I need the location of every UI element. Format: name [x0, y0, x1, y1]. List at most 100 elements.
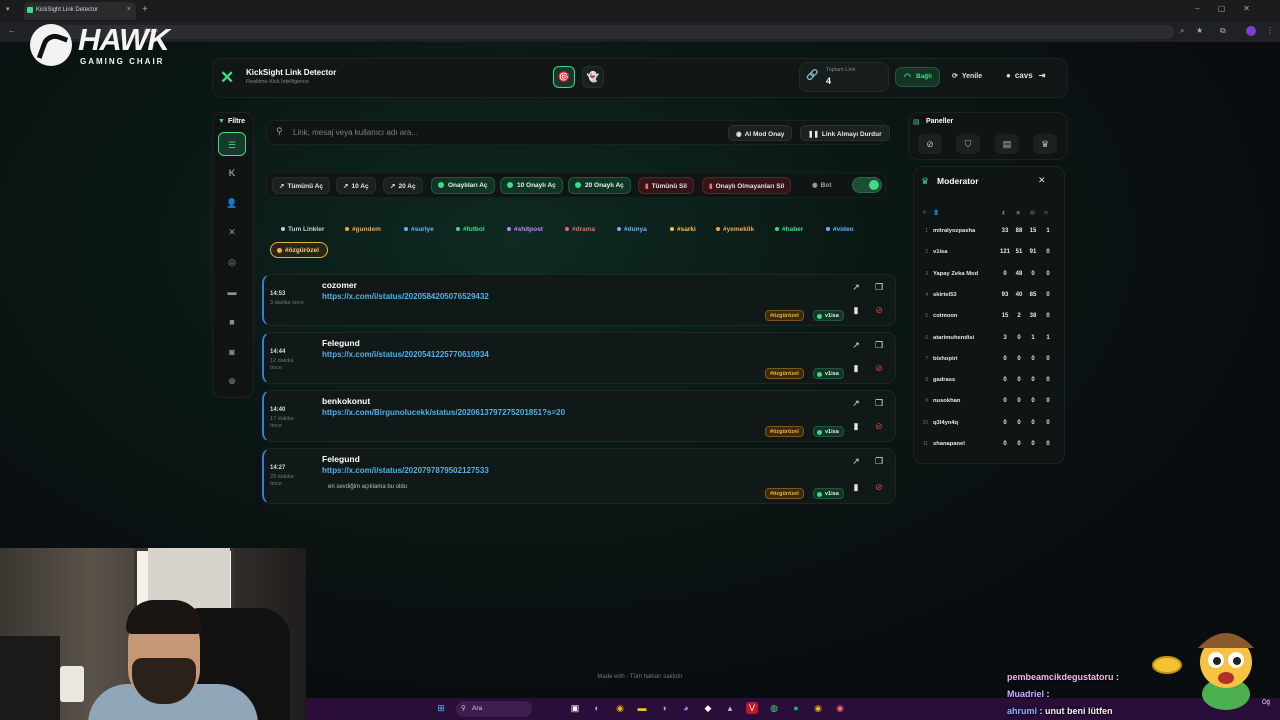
tab-close-icon[interactable]: × [127, 6, 131, 13]
filter-youtube-icon[interactable]: ▬ [218, 280, 246, 304]
profile-avatar[interactable] [1246, 26, 1256, 36]
delete-icon[interactable]: ▮ [850, 305, 862, 316]
mod-rank: 1 [925, 228, 928, 234]
spotify-icon[interactable]: ● [790, 702, 802, 714]
address-bar[interactable]: /cavs [54, 25, 1174, 39]
tag-chip[interactable]: #shitpost [502, 223, 548, 236]
open-external-icon[interactable]: ↗ [850, 282, 862, 293]
filter-globe-icon[interactable]: ⊕ [218, 369, 246, 393]
mod-name: atarimuhendisi [933, 334, 975, 341]
card-url-link[interactable]: https://x.com/i/status/20205842050765294… [322, 292, 489, 301]
shield-panel-icon[interactable]: ⛉ [956, 134, 980, 154]
open-20-approved-button[interactable]: 20 Onaylı Aç [568, 177, 631, 194]
close-icon[interactable]: ✕ [1038, 175, 1046, 186]
app-icon-1[interactable]: ◑ [658, 702, 670, 714]
connection-badge[interactable]: ◠ Bağlı [895, 67, 940, 87]
check-icon [507, 182, 513, 188]
tag-chip[interactable]: #sarki [665, 223, 701, 236]
ban-icon[interactable]: ⊘ [873, 363, 885, 374]
open-20-button[interactable]: ↗ 20 Aç [383, 177, 423, 194]
window-controls[interactable]: –▢✕ [1195, 4, 1268, 13]
ai-mod-approval-button[interactable]: ◉ AI Mod Onay [728, 125, 793, 141]
copy-icon[interactable]: ❐ [873, 398, 885, 409]
app-icon-4[interactable]: V [746, 702, 758, 714]
tag-label: #haber [782, 226, 804, 233]
ban-icon[interactable]: ⊘ [873, 421, 885, 432]
discord-icon[interactable]: ◕ [680, 702, 692, 714]
browser-tab[interactable]: KickSight Link Detector × [24, 2, 136, 20]
tag-chip[interactable]: #haber [770, 223, 808, 236]
extensions-icon[interactable]: ⧉ [1220, 26, 1226, 36]
card-url-link[interactable]: https://x.com/Birgunolucekk/status/20206… [322, 408, 565, 417]
app-icon-2[interactable]: ◆ [702, 702, 714, 714]
archive-panel-icon[interactable]: ▤ [995, 134, 1019, 154]
open-external-icon[interactable]: ↗ [850, 456, 862, 467]
open-external-icon[interactable]: ↗ [850, 398, 862, 409]
ghost-icon[interactable]: 👻 [582, 66, 604, 88]
delete-all-button[interactable]: ▮ Tümünü Sil [638, 177, 694, 194]
logout-icon[interactable]: ⇥ [1039, 71, 1046, 80]
task-view-icon[interactable]: ▣ [569, 702, 581, 714]
delete-icon[interactable]: ▮ [850, 482, 862, 493]
tag-chip[interactable]: Tum Linkler [276, 223, 329, 236]
filter-instagram-icon[interactable]: ◎ [218, 250, 246, 274]
open-10-button[interactable]: ↗ 10 Aç [336, 177, 376, 194]
tab-list-icon[interactable]: ▾ [6, 5, 10, 13]
tag-chip[interactable]: #drama [560, 223, 600, 236]
filter-user-icon[interactable]: 👤 [218, 191, 246, 215]
filter-video-icon[interactable]: ■ [218, 310, 246, 334]
tag-dot-icon [826, 227, 830, 231]
user-button[interactable]: ● cavs ⇥ [1006, 67, 1045, 87]
filter-x-icon[interactable]: ✕ [218, 220, 246, 244]
tag-chip[interactable]: #suriye [399, 223, 439, 236]
refresh-button[interactable]: ⟳ Yenile [952, 67, 982, 87]
tag-chip[interactable]: #video [821, 223, 859, 236]
open-approved-button[interactable]: Onaylıları Aç [431, 177, 495, 194]
bookmark-star-icon[interactable]: ★ [1196, 26, 1203, 35]
new-tab-icon[interactable]: + [142, 4, 148, 15]
ban-panel-icon[interactable]: ⊘ [918, 134, 942, 154]
moderator-title: Moderator [937, 176, 979, 186]
card-url-link[interactable]: https://x.com/i/status/20205412257706109… [322, 350, 489, 359]
ban-icon[interactable]: ⊘ [873, 482, 885, 493]
windows-start-icon[interactable]: ⊞ [435, 702, 447, 714]
delete-icon[interactable]: ▮ [850, 363, 862, 374]
filter-camera-icon[interactable]: ◙ [218, 340, 246, 364]
copy-icon[interactable]: ❐ [873, 282, 885, 293]
ban-icon[interactable]: ⊘ [873, 305, 885, 316]
back-arrow-icon[interactable]: ← [8, 26, 16, 35]
filter-kick-icon[interactable]: K [218, 161, 246, 185]
turkey-flag-icon[interactable]: 🎯 [553, 66, 575, 88]
tag-chip[interactable]: #yemeklik [711, 223, 759, 236]
app-icon-5[interactable]: ◉ [834, 702, 846, 714]
edge-icon[interactable]: ◐ [591, 702, 603, 714]
check-icon [438, 182, 444, 188]
search-input[interactable]: Link, mesaj veya kullanıcı adı ara... [266, 120, 886, 145]
app-icon-3[interactable]: ▴ [724, 702, 736, 714]
card-tag-chip: #özgürözel [765, 426, 804, 437]
chrome-icon[interactable]: ◉ [614, 702, 626, 714]
tag-chip[interactable]: #gundem [340, 223, 386, 236]
menu-dots-icon[interactable]: ⋮ [1266, 26, 1274, 35]
open-external-icon[interactable]: ↗ [850, 340, 862, 351]
copy-icon[interactable]: ❐ [873, 340, 885, 351]
delete-icon[interactable]: ▮ [850, 421, 862, 432]
mod-stat: 15 [1029, 228, 1037, 234]
tag-chip[interactable]: #dunya [612, 223, 652, 236]
open-all-button[interactable]: ↗ Tümünü Aç [272, 177, 330, 194]
tag-chip[interactable]: #futbol [451, 223, 490, 236]
open-10-approved-button[interactable]: 10 Onaylı Aç [500, 177, 563, 194]
active-tag-chip[interactable]: #özgürözel [270, 242, 328, 258]
card-url-link[interactable]: https://x.com/i/status/20207978795021275… [322, 466, 489, 475]
bot-toggle[interactable] [852, 177, 882, 193]
zoom-icon[interactable]: ⌕ [1180, 26, 1184, 36]
file-explorer-icon[interactable]: ▬ [636, 702, 648, 714]
copy-icon[interactable]: ❐ [873, 456, 885, 467]
delete-unapproved-button[interactable]: ▮ Onaylı Olmayanları Sil [702, 177, 792, 194]
trophy-panel-icon[interactable]: ♛ [1033, 134, 1057, 154]
taskbar-search[interactable]: ⚲ Ara [456, 701, 532, 717]
filter-all-list-icon[interactable]: ☰ [218, 132, 246, 156]
chrome-icon-2[interactable]: ◉ [812, 702, 824, 714]
stop-links-button[interactable]: ❚❚ Link Almayı Durdur [800, 125, 890, 141]
whatsapp-icon[interactable]: ◍ [768, 702, 780, 714]
